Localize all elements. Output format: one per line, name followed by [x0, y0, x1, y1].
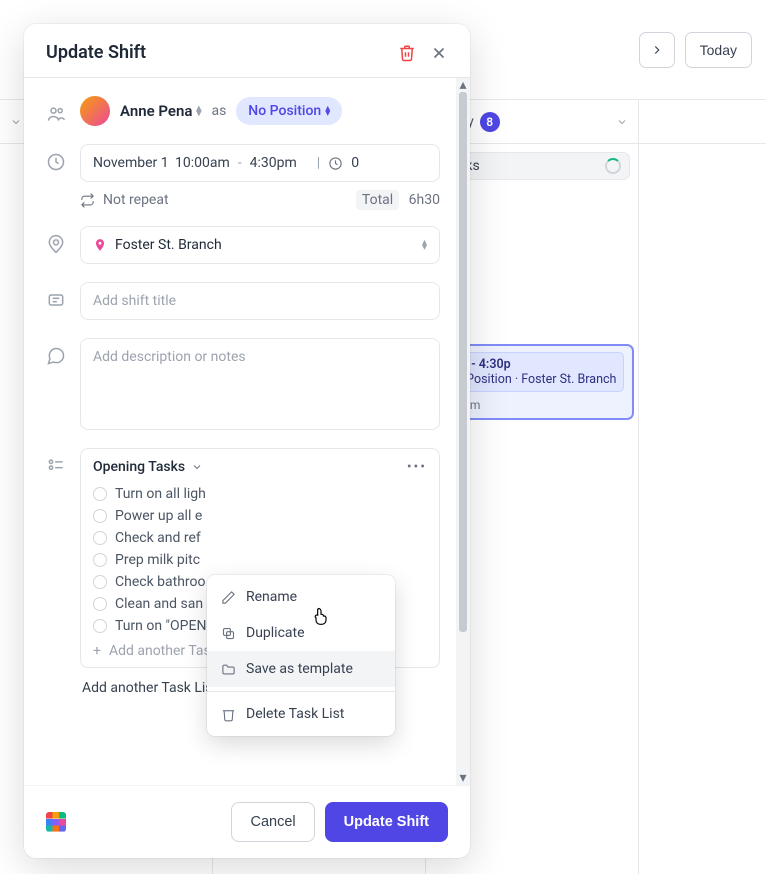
modal-header: Update Shift: [24, 24, 470, 77]
description-icon: [46, 346, 66, 366]
scroll-down-icon[interactable]: ▾: [456, 771, 470, 785]
updown-icon: ▴▾: [325, 106, 330, 116]
copy-icon: [221, 626, 236, 641]
task-item[interactable]: Turn on all ligh: [93, 483, 427, 505]
repeat-icon: [80, 193, 95, 208]
time-input[interactable]: November 1 10:00am - 4:30pm | 0: [80, 144, 440, 182]
as-label: as: [211, 103, 226, 119]
repeat-label: Not repeat: [103, 192, 169, 208]
menu-duplicate[interactable]: Duplicate: [207, 615, 395, 651]
task-item[interactable]: Power up all e: [93, 505, 427, 527]
people-icon: [46, 104, 66, 124]
employee-select[interactable]: Anne Pena ▴▾: [120, 102, 201, 120]
tasklist-card: Opening Tasks ••• Turn on all ligh Power…: [80, 448, 440, 668]
shift-time: 10a - 4:30p: [447, 357, 617, 372]
description-input[interactable]: Add description or notes: [80, 338, 440, 430]
day-count-badge: 8: [480, 112, 500, 132]
pencil-icon: [221, 590, 236, 605]
position-select[interactable]: No Position ▴▾: [236, 97, 342, 125]
location-select[interactable]: Foster St. Branch ▴▾: [80, 226, 440, 264]
menu-save-template[interactable]: Save as template: [207, 651, 395, 687]
tasklist-context-menu: Rename Duplicate Save as template: [207, 575, 395, 736]
pin-icon: [93, 238, 107, 252]
location-icon: [46, 234, 66, 254]
close-icon: [430, 44, 448, 62]
avatar: [80, 96, 110, 126]
description-placeholder: Add description or notes: [93, 349, 246, 365]
shift-meta: No Position · Foster St. Branch: [447, 372, 617, 387]
total-label: Total: [356, 190, 399, 210]
breaks-value: 0: [351, 155, 359, 171]
scrollbar[interactable]: ▴ ▾: [456, 78, 470, 785]
task-item[interactable]: Check and ref: [93, 527, 427, 549]
start-time: 10:00am: [175, 155, 230, 171]
close-button[interactable]: [430, 44, 448, 62]
cursor-icon: [311, 605, 331, 627]
loading-spinner-icon: [605, 158, 621, 174]
title-placeholder: Add shift title: [93, 293, 176, 309]
modal-footer: Cancel Update Shift: [24, 785, 470, 858]
folder-icon: [221, 662, 236, 677]
cancel-button[interactable]: Cancel: [231, 802, 314, 842]
task-item[interactable]: Prep milk pitc: [93, 549, 427, 571]
add-task-label: Add another Task: [109, 643, 218, 659]
separator: -: [238, 155, 242, 171]
tasklist-title-toggle[interactable]: Opening Tasks: [93, 459, 203, 475]
scroll-up-icon[interactable]: ▴: [456, 78, 470, 92]
update-shift-button[interactable]: Update Shift: [325, 802, 448, 842]
break-icon: [328, 156, 343, 171]
app-icon[interactable]: [46, 812, 66, 832]
trash-icon: [398, 44, 416, 62]
clock-icon: [46, 152, 66, 172]
tasklist-menu-button[interactable]: •••: [407, 459, 427, 475]
title-icon: [46, 290, 66, 310]
end-time: 4:30pm: [250, 155, 297, 171]
employee-name: Anne Pena: [120, 102, 192, 120]
plus-icon: +: [93, 643, 101, 659]
shift-title-input[interactable]: Add shift title: [80, 282, 440, 320]
modal-title: Update Shift: [46, 42, 146, 63]
trash-icon: [221, 707, 236, 722]
menu-delete-tasklist[interactable]: Delete Task List: [207, 696, 395, 732]
chevron-down-icon: [10, 116, 22, 128]
tasklist-icon: [46, 456, 66, 476]
date-value: November 1: [93, 155, 167, 171]
today-button[interactable]: Today: [685, 32, 752, 68]
chevron-down-icon: [191, 461, 203, 473]
updown-icon: ▴▾: [196, 106, 201, 116]
location-value: Foster St. Branch: [115, 237, 222, 253]
nav-next-button[interactable]: [639, 32, 675, 68]
total-value: 6h30: [409, 192, 440, 208]
updown-icon: ▴▾: [422, 240, 427, 250]
repeat-toggle[interactable]: Not repeat: [80, 192, 169, 208]
modal-body: Anne Pena ▴▾ as No Position ▴▾: [24, 77, 470, 785]
menu-rename[interactable]: Rename: [207, 579, 395, 615]
delete-shift-button[interactable]: [398, 44, 416, 62]
tasklist-title: Opening Tasks: [93, 459, 185, 475]
chevron-down-icon: [616, 116, 628, 128]
position-label: No Position: [248, 103, 321, 119]
scroll-thumb[interactable]: [459, 92, 467, 632]
update-shift-modal: Update Shift Anne Pena ▴▾: [24, 24, 470, 858]
